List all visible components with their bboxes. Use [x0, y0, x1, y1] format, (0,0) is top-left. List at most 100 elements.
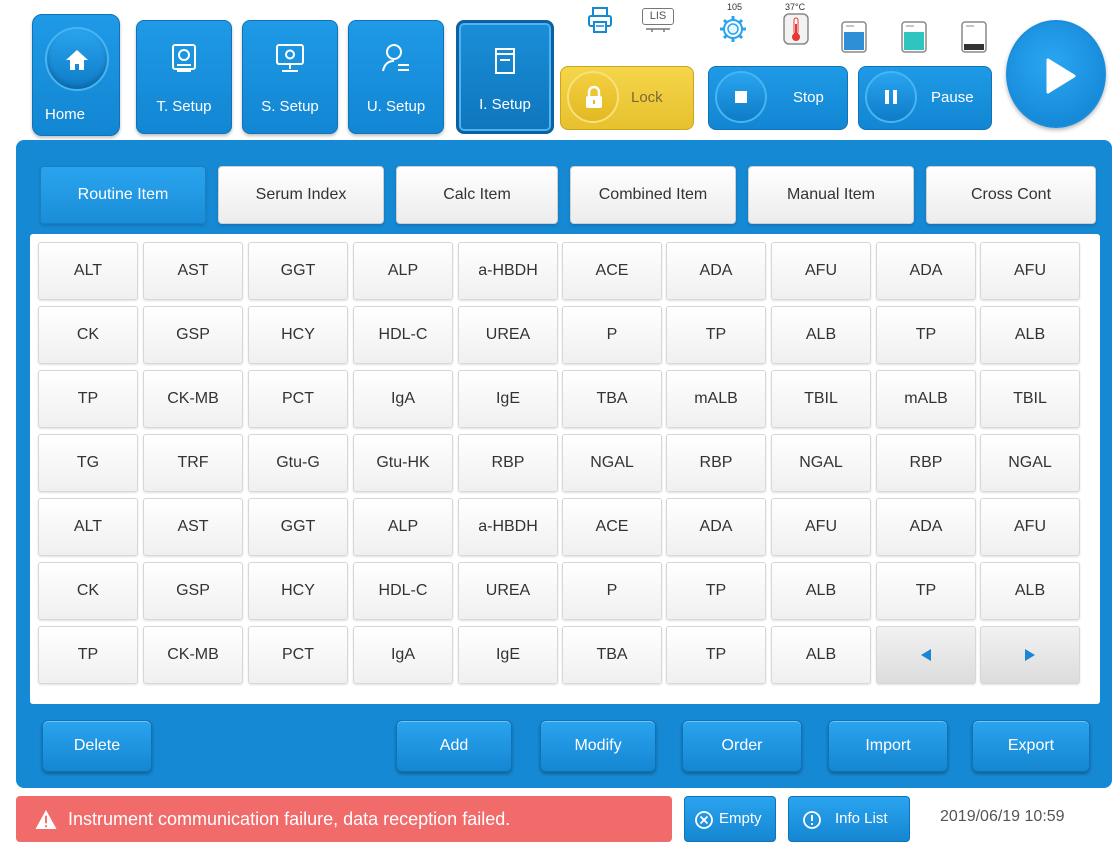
- item-cell[interactable]: IgE: [458, 370, 558, 428]
- item-cell[interactable]: a-HBDH: [458, 242, 558, 300]
- lis-icon[interactable]: LIS: [642, 8, 674, 34]
- order-button[interactable]: Order: [682, 720, 802, 772]
- tab-calc-item[interactable]: Calc Item: [396, 166, 558, 224]
- pause-button[interactable]: Pause: [858, 66, 992, 130]
- export-button[interactable]: Export: [972, 720, 1090, 772]
- item-cell[interactable]: TP: [666, 562, 766, 620]
- add-button[interactable]: Add: [396, 720, 512, 772]
- item-cell[interactable]: HCY: [248, 562, 348, 620]
- item-cell[interactable]: ALB: [771, 562, 871, 620]
- item-cell[interactable]: IgA: [353, 626, 453, 684]
- item-cell[interactable]: UREA: [458, 562, 558, 620]
- next-page-button[interactable]: [980, 626, 1080, 684]
- item-cell[interactable]: CK-MB: [143, 370, 243, 428]
- item-cell[interactable]: ALT: [38, 242, 138, 300]
- item-cell[interactable]: ALB: [771, 626, 871, 684]
- item-cell[interactable]: TBA: [562, 626, 662, 684]
- item-cell[interactable]: P: [562, 562, 662, 620]
- home-button[interactable]: Home: [32, 14, 120, 136]
- item-cell[interactable]: AFU: [771, 498, 871, 556]
- empty-button[interactable]: Empty: [684, 796, 776, 842]
- item-cell[interactable]: AFU: [980, 242, 1080, 300]
- tab-routine-item[interactable]: Routine Item: [40, 166, 206, 224]
- lock-button[interactable]: Lock: [560, 66, 694, 130]
- import-button[interactable]: Import: [828, 720, 948, 772]
- item-cell[interactable]: Gtu-HK: [353, 434, 453, 492]
- item-cell[interactable]: PCT: [248, 370, 348, 428]
- modify-button[interactable]: Modify: [540, 720, 656, 772]
- tab-manual-item[interactable]: Manual Item: [748, 166, 914, 224]
- item-cell[interactable]: HDL-C: [353, 562, 453, 620]
- item-cell[interactable]: NGAL: [562, 434, 662, 492]
- item-cell[interactable]: TP: [666, 306, 766, 364]
- item-cell[interactable]: ALT: [38, 498, 138, 556]
- item-cell[interactable]: ADA: [666, 498, 766, 556]
- tab-combined-item[interactable]: Combined Item: [570, 166, 736, 224]
- item-cell[interactable]: IgA: [353, 370, 453, 428]
- item-cell[interactable]: RBP: [666, 434, 766, 492]
- delete-button[interactable]: Delete: [42, 720, 152, 772]
- i-setup-button[interactable]: I. Setup: [456, 20, 554, 134]
- printer-icon[interactable]: [586, 6, 614, 34]
- item-cell[interactable]: UREA: [458, 306, 558, 364]
- alarm-banner[interactable]: Instrument communication failure, data r…: [16, 796, 672, 842]
- item-cell[interactable]: TG: [38, 434, 138, 492]
- item-cell[interactable]: ALP: [353, 242, 453, 300]
- item-cell[interactable]: GSP: [143, 306, 243, 364]
- item-cell[interactable]: ALB: [771, 306, 871, 364]
- item-cell[interactable]: ADA: [666, 242, 766, 300]
- item-cell[interactable]: P: [562, 306, 662, 364]
- item-cell[interactable]: ADA: [876, 242, 976, 300]
- item-cell[interactable]: ACE: [562, 242, 662, 300]
- s-setup-button[interactable]: S. Setup: [242, 20, 338, 134]
- item-cell[interactable]: AST: [143, 498, 243, 556]
- item-cell[interactable]: TBIL: [771, 370, 871, 428]
- item-cell[interactable]: AFU: [980, 498, 1080, 556]
- item-cell[interactable]: TBA: [562, 370, 662, 428]
- item-cell[interactable]: HCY: [248, 306, 348, 364]
- home-circle: [45, 27, 109, 91]
- item-cell[interactable]: mALB: [876, 370, 976, 428]
- item-cell[interactable]: TP: [876, 306, 976, 364]
- stop-button[interactable]: Stop: [708, 66, 848, 130]
- start-button[interactable]: [1000, 14, 1112, 134]
- item-cell[interactable]: TP: [38, 370, 138, 428]
- item-cell[interactable]: TP: [876, 562, 976, 620]
- item-cell[interactable]: GGT: [248, 242, 348, 300]
- item-cell[interactable]: AFU: [771, 242, 871, 300]
- item-cell[interactable]: CK: [38, 306, 138, 364]
- counter-label: 105: [727, 2, 743, 12]
- item-cell[interactable]: ALB: [980, 306, 1080, 364]
- item-cell[interactable]: AST: [143, 242, 243, 300]
- item-cell[interactable]: PCT: [248, 626, 348, 684]
- item-cell[interactable]: RBP: [876, 434, 976, 492]
- item-cell[interactable]: HDL-C: [353, 306, 453, 364]
- item-cell[interactable]: NGAL: [980, 434, 1080, 492]
- item-cell[interactable]: TP: [666, 626, 766, 684]
- u-setup-button[interactable]: U. Setup: [348, 20, 444, 134]
- play-icon: [1046, 58, 1076, 94]
- item-cell[interactable]: CK-MB: [143, 626, 243, 684]
- item-cell[interactable]: TRF: [143, 434, 243, 492]
- item-cell[interactable]: CK: [38, 562, 138, 620]
- item-cell[interactable]: ADA: [876, 498, 976, 556]
- item-cell[interactable]: a-HBDH: [458, 498, 558, 556]
- item-cell[interactable]: GGT: [248, 498, 348, 556]
- item-cell[interactable]: NGAL: [771, 434, 871, 492]
- tab-cross-cont[interactable]: Cross Cont: [926, 166, 1096, 224]
- item-cell[interactable]: mALB: [666, 370, 766, 428]
- item-cell[interactable]: TP: [38, 626, 138, 684]
- item-cell[interactable]: ALB: [980, 562, 1080, 620]
- prev-page-button[interactable]: [876, 626, 976, 684]
- info-list-button[interactable]: Info List: [788, 796, 910, 842]
- item-cell[interactable]: Gtu-G: [248, 434, 348, 492]
- item-cell[interactable]: TBIL: [980, 370, 1080, 428]
- item-cell[interactable]: GSP: [143, 562, 243, 620]
- item-cell[interactable]: ACE: [562, 498, 662, 556]
- sample-counter-icon: [720, 16, 746, 42]
- item-cell[interactable]: IgE: [458, 626, 558, 684]
- item-cell[interactable]: ALP: [353, 498, 453, 556]
- tab-serum-index[interactable]: Serum Index: [218, 166, 384, 224]
- item-cell[interactable]: RBP: [458, 434, 558, 492]
- t-setup-button[interactable]: T. Setup: [136, 20, 232, 134]
